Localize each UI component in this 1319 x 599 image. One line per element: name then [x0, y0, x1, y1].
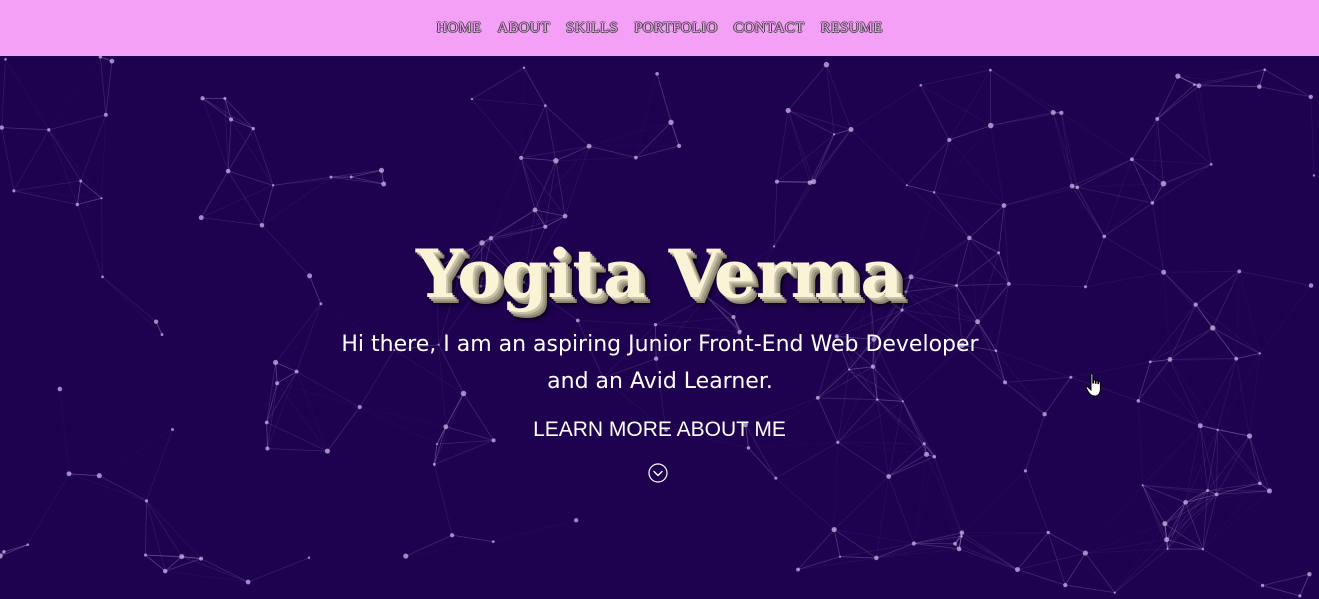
- hero-title: Yogita Verma: [415, 235, 904, 313]
- nav-link-contact[interactable]: CONTACT: [734, 20, 805, 37]
- learn-more-link[interactable]: LEARN MORE ABOUT ME: [0, 418, 1319, 442]
- nav-link-home[interactable]: HOME: [436, 20, 481, 37]
- nav-link-skills[interactable]: SKILLS: [566, 20, 618, 37]
- hero-subtitle-line-1: Hi there, I am an aspiring Junior Front-…: [341, 332, 979, 357]
- nav-link-resume[interactable]: RESUME: [821, 20, 883, 37]
- navbar: HOME ABOUT SKILLS PORTFOLIO CONTACT RESU…: [0, 0, 1319, 56]
- hero-section: Yogita Verma Hi there, I am an aspiring …: [0, 56, 1319, 599]
- hero-content: Yogita Verma Hi there, I am an aspiring …: [0, 56, 1319, 599]
- hero-subtitle: Hi there, I am an aspiring Junior Front-…: [280, 326, 1040, 400]
- hero-subtitle-line-2: and an Avid Learner.: [547, 369, 773, 394]
- nav-link-portfolio[interactable]: PORTFOLIO: [634, 20, 717, 37]
- chevron-down-circle-icon[interactable]: [648, 463, 668, 483]
- nav-link-about[interactable]: ABOUT: [497, 20, 550, 37]
